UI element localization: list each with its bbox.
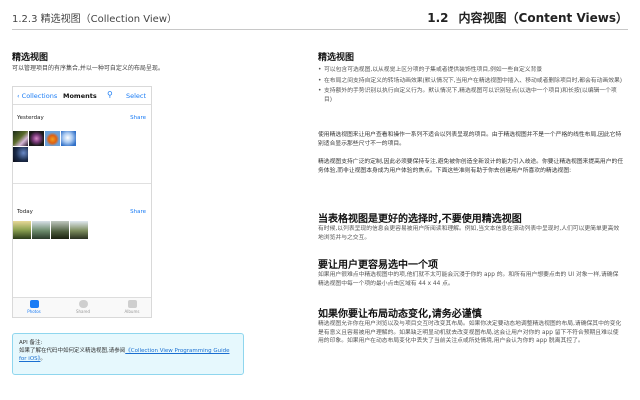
cloud-icon	[78, 300, 88, 308]
photos-icon	[29, 300, 39, 308]
phone-screenshot: ‹ Collections Moments ⚲ Select Yesterday…	[12, 86, 152, 318]
intro-paragraph: 使用精选视图来让用户查看和操作一系列不适合以列表呈现的项目。由于精选视图并不是一…	[318, 132, 622, 147]
feature-item: 支持额外的手势识别以执行自定义行为。默认情况下,精选视图可以识别轻点(以选中一个…	[318, 87, 624, 104]
section-header-today: Today	[17, 209, 33, 215]
photo-thumbnail[interactable]	[61, 131, 76, 146]
api-note-prefix: 如果了解在代码中如何定义精选视图,请参阅	[19, 348, 126, 354]
guideline-title-table: 当表格视图是更好的选择时,不要使用精选视图	[318, 214, 522, 225]
photo-thumbnail[interactable]	[32, 221, 50, 239]
tab-albums[interactable]: Albums	[117, 300, 147, 314]
guideline-title-select: 要让用户更容易选中一个项	[318, 260, 438, 271]
section-description: 可以管理项目的有序集合,并以一种可自定义的布局呈现。	[12, 65, 164, 72]
share-button-today[interactable]: Share	[130, 209, 146, 215]
tab-photos[interactable]: Photos	[19, 300, 49, 314]
photo-thumbnail[interactable]	[70, 221, 88, 239]
back-button-label: Collections	[21, 92, 58, 100]
guideline-text-select: 如果用户很难点中精选视图中的项,他们就不太可能会沉浸于你的 app 的。和所有用…	[318, 272, 619, 287]
nav-title: Moments	[63, 92, 97, 100]
features-list: 可以包含可选视图,以从视觉上区分项的子集或者提供装饰性项目,例如一些自定义背景 …	[318, 66, 624, 104]
chapter-title: 1.2 内容视图（Content Views）	[427, 9, 628, 26]
album-icon	[127, 300, 137, 308]
header-divider	[12, 29, 628, 30]
features-title: 精选视图	[318, 53, 355, 63]
photo-thumbnail[interactable]	[13, 221, 31, 239]
api-note-text: 如果了解在代码中如何定义精选视图,请参阅《Collection View Pro…	[19, 347, 237, 363]
api-note-suffix: 。	[40, 356, 46, 362]
photo-thumbnail[interactable]	[13, 131, 28, 146]
section-divider	[13, 183, 151, 184]
chapter-title-text: 内容视图（Content Views）	[458, 11, 628, 25]
api-note-box: API 备注: 如果了解在代码中如何定义精选视图,请参阅《Collection …	[12, 333, 244, 375]
feature-item: 在布局之间支持自定义的转场动画效果(默认情况下,当用户在精选视图中插入、移动或者…	[318, 77, 624, 86]
section-title: 精选视图	[12, 53, 49, 63]
tab-label: Photos	[27, 309, 41, 314]
photo-thumbnail[interactable]	[51, 221, 69, 239]
chapter-number: 1.2	[427, 11, 449, 25]
guideline-text-layout: 精选视图允许你在用户浏览以及与项目交互时改变其布局。如果你决定要动态地调整精选视…	[318, 321, 622, 344]
section-header-yesterday: Yesterday	[17, 115, 44, 121]
guideline-text-table: 有时候,以列表呈现的信息会更容易被用户所阅读和理解。例如,当文本信息在滚动列表中…	[318, 226, 620, 241]
api-note-label: API 备注:	[19, 340, 43, 346]
feature-item: 可以包含可选视图,以从视觉上区分项的子集或者提供装饰性项目,例如一些自定义背景	[318, 66, 624, 75]
phone-nav-bar: ‹ Collections Moments ⚲ Select	[13, 87, 151, 105]
phone-tab-bar: Photos Shared Albums	[13, 297, 151, 317]
select-button[interactable]: Select	[126, 92, 146, 100]
photo-thumbnail[interactable]	[13, 147, 28, 162]
tab-label: Albums	[124, 309, 140, 314]
photo-thumbnail[interactable]	[29, 131, 44, 146]
photo-thumbnail[interactable]	[45, 131, 60, 146]
chapter-subtitle: 1.2.3 精选视图（Collection View）	[12, 14, 177, 25]
guidelines-paragraph: 精选视图支持广泛的定制,因此必须要保持专注,避免被你创造全新设计的能力引入歧途。…	[318, 159, 624, 174]
search-icon[interactable]: ⚲	[107, 90, 113, 99]
tab-shared[interactable]: Shared	[68, 300, 98, 314]
guideline-title-layout: 如果你要让布局动态变化,请务必谨慎	[318, 309, 482, 320]
back-button[interactable]: ‹ Collections	[17, 92, 57, 100]
tab-label: Shared	[75, 309, 91, 314]
share-button-yesterday[interactable]: Share	[130, 115, 146, 121]
